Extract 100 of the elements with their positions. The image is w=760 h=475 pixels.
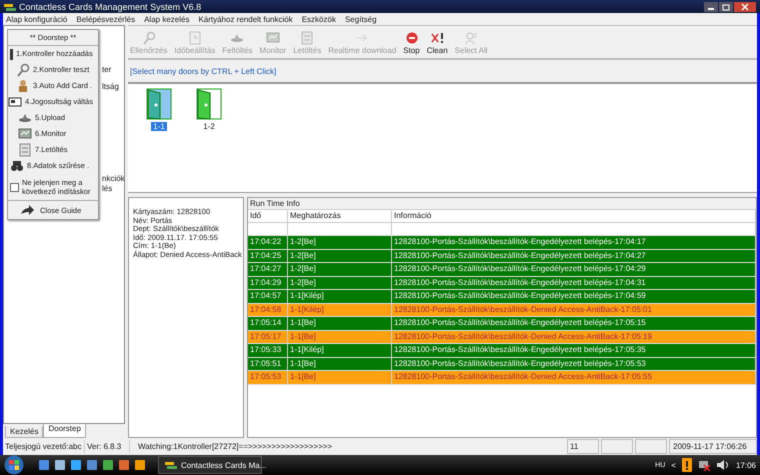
door-icon	[146, 88, 172, 120]
menu-item[interactable]: Alap konfiguráció	[6, 14, 68, 24]
app-icon	[4, 2, 16, 12]
person-icon	[16, 79, 30, 93]
hint-text: [Select many doors by CTRL + Left Click]	[129, 66, 276, 76]
menu-item[interactable]: Segítség	[344, 14, 377, 24]
table-row[interactable]: 17:04:25 1-2[Be] 12828100-Portás-Szállítók\beszállítók-Engedélyezett belépés-17:04:27	[248, 250, 756, 263]
table-cell: 17:04:22	[248, 236, 288, 248]
table-cell: 12828100-Portás-Szállítók\beszállítók-Denied Access-AntiBack-17:05:01	[392, 304, 756, 316]
table-cell: 12828100-Portás-Szállítók\beszállítók-Engedélyezett belépés-17:04:31	[392, 276, 756, 289]
status-field: 2009-11-17 17:06:26	[669, 439, 757, 454]
door-label[interactable]: 1-1	[151, 122, 167, 131]
tree-item[interactable]: ter	[102, 65, 112, 74]
tree-item[interactable]: lés	[102, 184, 112, 193]
table-row[interactable]: 17:04:22 1-2[Be] 12828100-Portás-Szállítók\beszállítók-Engedélyezett belépés-17:04:17	[248, 236, 756, 250]
table-cell: 1-1[Be]	[288, 371, 392, 384]
status-text: Watching:1Kontroller[27272]==>>>>>>>>>>>>>>>>>>	[129, 440, 565, 453]
table-cell: 12828100-Portás-Szállítók\beszállítók-Denied Access-AntiBack-17:05:19	[392, 330, 756, 343]
table-cell: 12828100-Portás-Szállítók\beszállítók-Engedélyezett belépés-17:05:15	[392, 317, 756, 330]
table-cell: 17:05:51	[248, 358, 288, 370]
table-cell: 12828100-Portás-Szállítók\beszállítók-Engedélyezett belépés-17:05:35	[392, 344, 756, 356]
document-icon	[86, 459, 98, 471]
show-hidden-icons-button[interactable]: <	[671, 460, 676, 470]
status-field: 11	[567, 439, 599, 454]
column-header[interactable]: Idő	[248, 210, 288, 222]
table-cell: 17:04:27	[248, 263, 288, 276]
table-row[interactable]: 17:05:51 1-1[Be] 12828100-Portás-Szállítók\beszállítók-Engedélyezett belépés-17:05:53	[248, 358, 756, 371]
table-row[interactable]: 17:04:27 1-2[Be] 12828100-Portás-Szállítók\beszállítók-Engedélyezett belépés-17:04:29	[248, 263, 756, 276]
table-cell: 1-1[Kilép]	[288, 304, 392, 316]
status-field	[601, 439, 633, 454]
menu-item[interactable]: Alap kezelés	[144, 14, 190, 24]
table-cell: 17:05:53	[248, 371, 288, 384]
table-row[interactable]: 17:05:14 1-1[Be] 12828100-Portás-Szállítók\beszállítók-Engedélyezett belépés-17:05:15	[248, 317, 756, 330]
door-label[interactable]: 1-2	[201, 122, 217, 131]
tree-item[interactable]: ltság	[102, 82, 119, 91]
table-row[interactable]: 17:04:57 1-1[Kilép] 12828100-Portás-Szállítók\beszállítók-Engedélyezett belépés-17:04:59	[248, 290, 756, 304]
menu-item[interactable]: Kártyához rendelt funkciók	[198, 14, 293, 24]
table-cell: 1-2[Be]	[288, 276, 392, 289]
binoculars-icon	[10, 159, 24, 173]
table-cell: 1-1[Kilép]	[288, 344, 392, 356]
table-cell: 17:04:58	[248, 304, 288, 316]
cabinet-icon	[18, 143, 32, 157]
cabinet-icon	[300, 31, 314, 45]
door-icon	[196, 88, 222, 120]
status-text: Ver: 6.8.3	[84, 440, 127, 453]
table-cell: 12828100-Portás-Szállítók\beszállítók-Engedélyezett belépés-17:05:53	[392, 358, 756, 370]
spreadsheet-icon	[102, 459, 114, 471]
volume-icon	[716, 459, 730, 471]
toolbar-button[interactable]: Clean	[426, 31, 448, 55]
stop-icon	[404, 31, 419, 45]
table-cell: 1-2[Be]	[288, 236, 392, 248]
folder-icon	[54, 459, 66, 471]
table-cell: 17:04:57	[248, 290, 288, 302]
table-cell: 12828100-Portás-Szállítók\beszállítók-Engedélyezett belépés-17:04:29	[392, 263, 756, 276]
cross-icon	[430, 31, 444, 45]
presentation-icon	[118, 459, 130, 471]
tab[interactable]: Kezelés	[5, 426, 44, 438]
warning-icon	[682, 458, 692, 472]
tab[interactable]: Doorstep	[43, 423, 86, 438]
table-cell: 17:04:29	[248, 276, 288, 289]
checkbox[interactable]	[10, 182, 19, 192]
media-icon	[134, 459, 146, 471]
monitor-icon	[18, 127, 32, 141]
start-orb-icon	[4, 455, 24, 475]
table-row[interactable]: 17:04:29 1-2[Be] 12828100-Portás-Szállítók\beszállítók-Engedélyezett belépés-17:04:31	[248, 276, 756, 290]
table-cell: 12828100-Portás-Szállítók\beszállítók-Engedélyezett belépés-17:04:27	[392, 250, 756, 262]
menu-item[interactable]: Belépésvezérlés	[76, 14, 136, 24]
bar-icon	[10, 48, 13, 60]
column-header[interactable]: Információ	[392, 210, 756, 222]
table-cell: 1-1[Be]	[288, 358, 392, 370]
table-cell: 1-1[Kilép]	[288, 290, 392, 302]
table-cell: 12828100-Portás-Szállítók\beszállítók-Denied Access-AntiBack-17:05:55	[392, 371, 756, 384]
table-cell: 17:05:14	[248, 317, 288, 330]
table-cell: 1-2[Be]	[288, 263, 392, 276]
clock[interactable]: 17:06	[736, 460, 756, 470]
card-icon	[8, 95, 22, 109]
window-title: Contactless Cards Management System V6.8	[19, 2, 202, 12]
tree-item[interactable]: nkciók	[102, 174, 125, 183]
table-cell: 12828100-Portás-Szállítók\beszállítók-Engedélyezett belépés-17:04:59	[392, 290, 756, 302]
table-cell: 17:05:17	[248, 330, 288, 343]
status-text: Teljesjogú vezető:abc	[4, 441, 82, 453]
table-cell: 17:05:33	[248, 344, 288, 356]
arrow-icon	[20, 205, 34, 215]
toolbar-button[interactable]: Stop	[403, 31, 420, 55]
grid-title: Run Time Info	[248, 198, 756, 210]
status-field	[635, 439, 667, 454]
table-cell: 1-1[Be]	[288, 317, 392, 330]
minimize-icon	[704, 2, 718, 12]
table-cell: 17:04:25	[248, 250, 288, 262]
monitor-icon	[266, 31, 280, 45]
browser-icon	[70, 459, 82, 471]
desktop-icon	[38, 459, 50, 471]
menu-item[interactable]: Eszközök	[302, 14, 336, 24]
table-cell: 1-1[Be]	[288, 330, 392, 343]
table-row[interactable]: 17:05:33 1-1[Kilép] 12828100-Portás-Szállítók\beszállítók-Engedélyezett belépés-17:05:35	[248, 344, 756, 358]
close-icon	[734, 2, 756, 12]
restore-icon	[719, 2, 733, 12]
app-icon	[165, 460, 177, 470]
table-cell: 12828100-Portás-Szállítók\beszállítók-Engedélyezett belépés-17:04:17	[392, 236, 756, 248]
column-header[interactable]: Meghatározás	[288, 210, 392, 222]
